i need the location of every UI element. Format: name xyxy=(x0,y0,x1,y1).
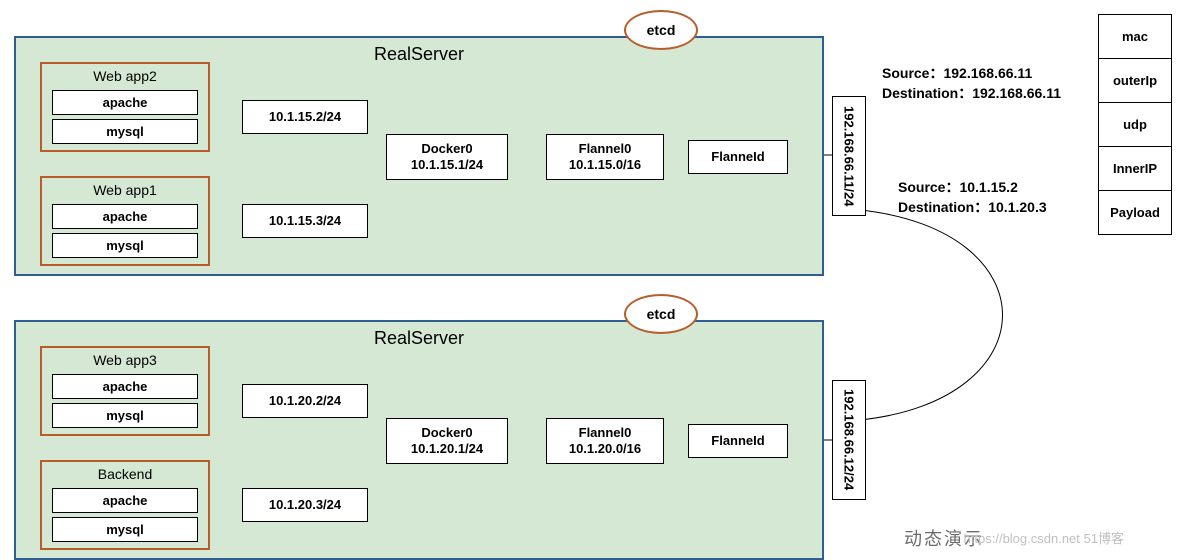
flanneld-box: FlanneId xyxy=(688,140,788,174)
docker0-name: Docker0 xyxy=(421,141,472,157)
nic-ip: 192.168.66.12/24 xyxy=(842,389,857,490)
real-server-1: RealServer Web app2 apache mysql 10.1.15… xyxy=(14,36,824,276)
inner-dst: 10.1.20.3 xyxy=(988,199,1046,215)
flanneld-box: FlanneId xyxy=(688,424,788,458)
service-apache: apache xyxy=(52,90,198,115)
flannel0-name: Flannel0 xyxy=(579,141,632,157)
real-server-2: RealServer Web app3 apache mysql 10.1.20… xyxy=(14,320,824,560)
service-apache: apache xyxy=(52,374,198,399)
nic-box-2: 192.168.66.12/24 xyxy=(832,380,866,500)
flannel0-ip: 10.1.20.0/16 xyxy=(569,441,641,457)
inner-dst-label: Destination： xyxy=(898,199,988,215)
etcd-ellipse: etcd xyxy=(624,10,698,50)
ip-text: 10.1.20.3/24 xyxy=(269,497,341,513)
outer-dst-label: Destination： xyxy=(882,85,972,101)
group-webapp3: Web app3 apache mysql xyxy=(40,346,210,436)
ip-text: 10.1.15.2/24 xyxy=(269,109,341,125)
stack-payload: Payload xyxy=(1098,191,1172,235)
service-apache: apache xyxy=(52,204,198,229)
docker0-name: Docker0 xyxy=(421,425,472,441)
group-webapp1: Web app1 apache mysql xyxy=(40,176,210,266)
pod-ip-box: 10.1.20.3/24 xyxy=(242,488,368,522)
ip-text: 10.1.20.2/24 xyxy=(269,393,341,409)
pod-ip-box: 10.1.15.2/24 xyxy=(242,100,368,134)
flannel0-name: Flannel0 xyxy=(579,425,632,441)
nic-box-1: 192.168.66.11/24 xyxy=(832,96,866,216)
flannel0-box: Flannel0 10.1.20.0/16 xyxy=(546,418,664,464)
stack-innerip: InnerIP xyxy=(1098,147,1172,191)
flanneld-name: FlanneId xyxy=(711,433,764,449)
service-mysql: mysql xyxy=(52,517,198,542)
group-title: Web app3 xyxy=(42,348,208,370)
etcd-text: etcd xyxy=(647,22,676,38)
docker0-box: Docker0 10.1.15.1/24 xyxy=(386,134,508,180)
watermark-text: https://blog.csdn.net 51博客 xyxy=(964,528,1124,547)
service-mysql: mysql xyxy=(52,233,198,258)
server-title: RealServer xyxy=(374,328,464,349)
outer-src: 192.168.66.11 xyxy=(943,65,1032,81)
service-mysql: mysql xyxy=(52,119,198,144)
flanneld-name: FlanneId xyxy=(711,149,764,165)
server-title: RealServer xyxy=(374,44,464,65)
stack-mac: mac xyxy=(1098,14,1172,59)
flannel0-box: Flannel0 10.1.15.0/16 xyxy=(546,134,664,180)
service-mysql: mysql xyxy=(52,403,198,428)
ip-text: 10.1.15.3/24 xyxy=(269,213,341,229)
docker0-ip: 10.1.15.1/24 xyxy=(411,157,483,173)
inner-src: 10.1.15.2 xyxy=(959,179,1017,195)
docker0-box: Docker0 10.1.20.1/24 xyxy=(386,418,508,464)
inner-src-label: Source： xyxy=(898,179,959,195)
stack-udp: udp xyxy=(1098,103,1172,147)
etcd-ellipse: etcd xyxy=(624,294,698,334)
pod-ip-box: 10.1.20.2/24 xyxy=(242,384,368,418)
flannel0-ip: 10.1.15.0/16 xyxy=(569,157,641,173)
group-title: Backend xyxy=(42,462,208,484)
group-webapp2: Web app2 apache mysql xyxy=(40,62,210,152)
nic-ip: 192.168.66.11/24 xyxy=(842,106,857,207)
stack-outerip: outerIp xyxy=(1098,59,1172,103)
outer-dst: 192.168.66.11 xyxy=(972,85,1061,101)
outer-src-label: Source： xyxy=(882,65,943,81)
outer-packet-note: Source：192.168.66.11 Destination：192.168… xyxy=(882,64,1061,103)
service-apache: apache xyxy=(52,488,198,513)
group-title: Web app2 xyxy=(42,64,208,86)
etcd-text: etcd xyxy=(647,306,676,322)
group-title: Web app1 xyxy=(42,178,208,200)
pod-ip-box: 10.1.15.3/24 xyxy=(242,204,368,238)
packet-stack: mac outerIp udp InnerIP Payload xyxy=(1098,14,1172,235)
group-backend: Backend apache mysql xyxy=(40,460,210,550)
inner-packet-note: Source：10.1.15.2 Destination：10.1.20.3 xyxy=(898,178,1047,217)
docker0-ip: 10.1.20.1/24 xyxy=(411,441,483,457)
